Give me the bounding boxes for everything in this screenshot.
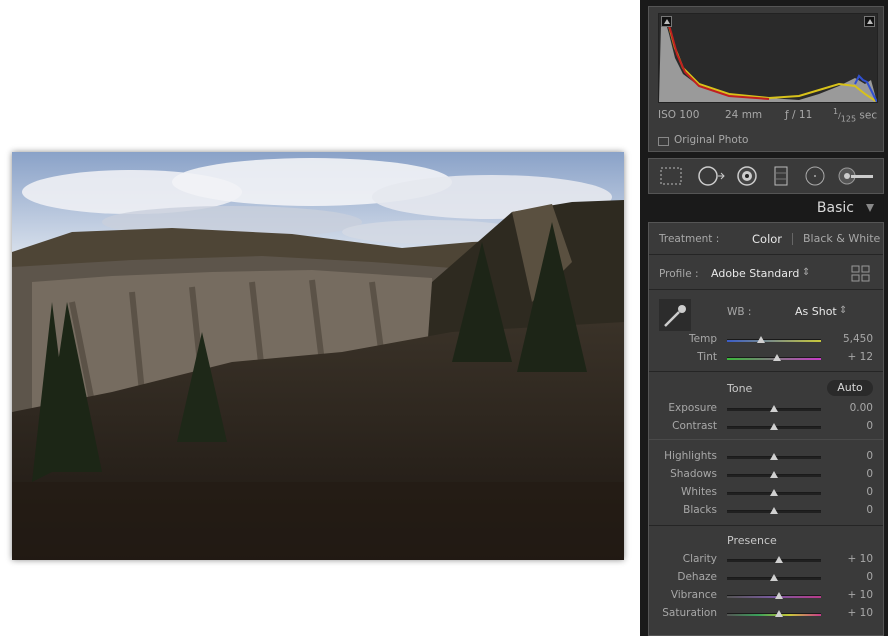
temp-value[interactable]: 5,450 (843, 333, 873, 345)
separator (649, 525, 883, 526)
vibrance-slider-thumb[interactable] (774, 592, 783, 599)
shutter-speed-value: 1/125 sec (833, 107, 878, 124)
adjustment-brush-icon[interactable] (837, 165, 877, 187)
separator (649, 439, 883, 440)
exposure-slider-thumb[interactable] (770, 405, 778, 412)
blacks-slider-thumb[interactable] (770, 507, 778, 514)
profile-browser-grid-icon[interactable] (851, 265, 871, 283)
shadows-label: Shadows (670, 468, 717, 480)
treatment-divider (792, 233, 793, 245)
graduated-filter-icon[interactable] (771, 165, 791, 187)
shadows-slider-thumb[interactable] (770, 471, 778, 478)
original-photo-label: Original Photo (674, 134, 749, 146)
wb-dropdown[interactable]: As Shot (795, 305, 837, 318)
shadows-value[interactable]: 0 (866, 468, 873, 480)
white-balance-eyedropper-icon[interactable] (659, 299, 691, 331)
wb-dropdown-arrow-icon[interactable]: ⇕ (839, 305, 847, 316)
spot-removal-icon[interactable] (697, 165, 727, 187)
treatment-label: Treatment : (659, 233, 720, 245)
highlights-slider-thumb[interactable] (770, 453, 778, 460)
tool-strip (648, 158, 884, 194)
tone-section-label: Tone (727, 382, 753, 395)
wb-label: WB : (727, 306, 752, 318)
profile-dropdown[interactable]: Adobe Standard (711, 267, 799, 280)
original-photo-checkbox[interactable] (658, 137, 669, 146)
clarity-value[interactable]: + 10 (848, 553, 874, 565)
saturation-label: Saturation (662, 607, 717, 619)
photo-image (12, 152, 624, 560)
contrast-label: Contrast (672, 420, 717, 432)
aperture-value: ƒ / 11 (785, 109, 813, 121)
clarity-label: Clarity (682, 553, 717, 565)
photo-canyon-landscape[interactable] (12, 152, 624, 560)
radial-filter-icon[interactable] (803, 165, 827, 187)
shutter-denominator: 125 (840, 114, 857, 124)
histogram-graph (658, 13, 878, 103)
basic-panel-title: Basic (816, 200, 854, 216)
vibrance-label: Vibrance (670, 589, 717, 601)
tint-slider-thumb[interactable] (772, 354, 781, 361)
temp-slider-thumb[interactable] (756, 336, 765, 343)
highlights-label: Highlights (664, 450, 717, 462)
exposure-value[interactable]: 0.00 (850, 402, 873, 414)
contrast-slider-thumb[interactable] (770, 423, 778, 430)
separator (649, 254, 883, 255)
collapse-triangle-icon[interactable] (866, 204, 874, 212)
dehaze-label: Dehaze (677, 571, 717, 583)
separator (649, 371, 883, 372)
tint-value[interactable]: + 12 (848, 351, 874, 363)
profile-dropdown-arrow-icon[interactable]: ⇕ (802, 267, 810, 278)
develop-right-panel: ISO 100 24 mm ƒ / 11 1/125 sec Original … (640, 0, 888, 636)
histogram-panel: ISO 100 24 mm ƒ / 11 1/125 sec Original … (648, 6, 884, 152)
whites-value[interactable]: 0 (866, 486, 873, 498)
blacks-value[interactable]: 0 (866, 504, 873, 516)
basic-panel: Treatment : Color Black & White Profile … (648, 222, 884, 636)
highlight-clipping-icon[interactable] (864, 16, 875, 27)
red-eye-correction-icon[interactable] (735, 165, 759, 187)
highlights-value[interactable]: 0 (866, 450, 873, 462)
tint-label: Tint (697, 351, 717, 363)
saturation-value[interactable]: + 10 (848, 607, 874, 619)
dehaze-value[interactable]: 0 (866, 571, 873, 583)
whites-label: Whites (680, 486, 717, 498)
presence-section-label: Presence (727, 534, 777, 547)
image-viewer[interactable] (0, 0, 640, 636)
basic-panel-header[interactable]: Basic (648, 198, 884, 220)
shutter-unit: sec (859, 109, 878, 122)
whites-slider-thumb[interactable] (770, 489, 778, 496)
tone-auto-button[interactable]: Auto (827, 380, 873, 396)
blacks-label: Blacks (683, 504, 717, 516)
saturation-slider-thumb[interactable] (774, 610, 783, 617)
clarity-slider-thumb[interactable] (774, 556, 783, 563)
temp-slider[interactable] (727, 339, 821, 342)
dehaze-slider-thumb[interactable] (770, 574, 778, 581)
iso-value: ISO 100 (658, 109, 700, 121)
temp-label: Temp (689, 333, 717, 345)
profile-label: Profile : (659, 268, 699, 280)
histogram-curves (659, 17, 878, 103)
treatment-black-white-button[interactable]: Black & White (803, 232, 880, 245)
crop-overlay-icon[interactable] (659, 165, 683, 187)
contrast-value[interactable]: 0 (866, 420, 873, 432)
treatment-color-button[interactable]: Color (752, 232, 782, 246)
exposure-label: Exposure (668, 402, 717, 414)
shadow-clipping-icon[interactable] (661, 16, 672, 27)
vibrance-value[interactable]: + 10 (848, 589, 874, 601)
focal-length-value: 24 mm (725, 109, 763, 121)
separator (649, 289, 883, 290)
